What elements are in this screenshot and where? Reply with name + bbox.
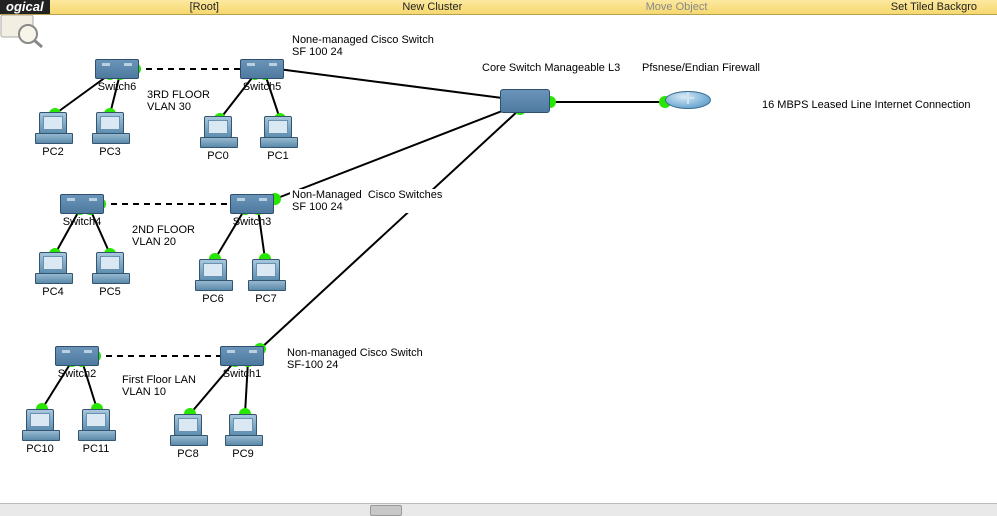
pc-icon — [170, 414, 206, 446]
label-floor3: 3RD FLOOR VLAN 30 — [145, 89, 212, 113]
device-label: Switch5 — [240, 81, 284, 93]
device-label: PC11 — [78, 443, 114, 455]
move-object-button[interactable]: Move Object — [646, 1, 708, 13]
pc-icon — [200, 116, 236, 148]
device-switch1[interactable]: Switch1 — [220, 346, 264, 380]
label-leased-line: 16 MBPS Leased Line Internet Connection — [760, 99, 973, 111]
device-firewall-router[interactable] — [665, 91, 711, 109]
pc-icon — [248, 259, 284, 291]
device-label: PC5 — [92, 286, 128, 298]
pc-icon — [92, 112, 128, 144]
device-pc3[interactable]: PC3 — [92, 112, 128, 158]
device-pc2[interactable]: PC2 — [35, 112, 71, 158]
device-switch4[interactable]: Switch4 — [60, 194, 104, 228]
label-non-managed-switches: Non-Managed Cisco Switches SF 100 24 — [290, 189, 444, 213]
pc-icon — [35, 252, 71, 284]
pc-icon — [92, 252, 128, 284]
device-pc8[interactable]: PC8 — [170, 414, 206, 460]
logical-tab[interactable]: ogical — [0, 0, 50, 14]
device-pc4[interactable]: PC4 — [35, 252, 71, 298]
device-label: Switch1 — [220, 368, 264, 380]
device-pc10[interactable]: PC10 — [22, 409, 58, 455]
l3-switch-icon — [500, 89, 550, 113]
label-firewall: Pfsnese/Endian Firewall — [640, 62, 762, 74]
navigator-icon[interactable] — [0, 14, 50, 49]
device-label: PC1 — [260, 150, 296, 162]
pc-icon — [78, 409, 114, 441]
device-label: Switch6 — [95, 81, 139, 93]
scrollbar-thumb[interactable] — [370, 505, 402, 516]
device-label: PC0 — [200, 150, 236, 162]
device-pc11[interactable]: PC11 — [78, 409, 114, 455]
device-label: PC9 — [225, 448, 261, 460]
label-non-managed-bottom: Non-managed Cisco Switch SF-100 24 — [285, 347, 425, 371]
new-cluster-button[interactable]: New Cluster — [402, 1, 462, 13]
device-switch2[interactable]: Switch2 — [55, 346, 99, 380]
topology-links — [0, 14, 997, 506]
device-label: PC10 — [22, 443, 58, 455]
pc-icon — [225, 414, 261, 446]
device-pc5[interactable]: PC5 — [92, 252, 128, 298]
device-pc9[interactable]: PC9 — [225, 414, 261, 460]
switch-icon — [220, 346, 264, 366]
logical-workspace[interactable]: None-managed Cisco Switch SF 100 24 Core… — [0, 14, 997, 506]
device-switch6[interactable]: Switch6 — [95, 59, 139, 93]
device-label: Switch4 — [60, 216, 104, 228]
device-pc6[interactable]: PC6 — [195, 259, 231, 305]
device-pc7[interactable]: PC7 — [248, 259, 284, 305]
switch-icon — [60, 194, 104, 214]
switch-icon — [240, 59, 284, 79]
label-core-switch: Core Switch Manageable L3 — [480, 62, 622, 74]
switch-icon — [95, 59, 139, 79]
device-switch3[interactable]: Switch3 — [230, 194, 274, 228]
root-breadcrumb[interactable]: [Root] — [190, 1, 219, 13]
label-none-managed-top: None-managed Cisco Switch SF 100 24 — [290, 34, 436, 58]
label-floor1: First Floor LAN VLAN 10 — [120, 374, 198, 398]
set-tiled-button[interactable]: Set Tiled Backgro — [891, 1, 977, 13]
pc-icon — [35, 112, 71, 144]
device-label: Switch2 — [55, 368, 99, 380]
device-pc1[interactable]: PC1 — [260, 116, 296, 162]
device-switch5[interactable]: Switch5 — [240, 59, 284, 93]
device-label: PC8 — [170, 448, 206, 460]
device-label: PC6 — [195, 293, 231, 305]
device-label: PC2 — [35, 146, 71, 158]
device-label: PC3 — [92, 146, 128, 158]
switch-icon — [230, 194, 274, 214]
device-label: Switch3 — [230, 216, 274, 228]
device-label: PC7 — [248, 293, 284, 305]
pc-icon — [260, 116, 296, 148]
switch-icon — [55, 346, 99, 366]
device-core-switch[interactable] — [500, 89, 550, 113]
router-icon — [665, 91, 711, 109]
device-label: PC4 — [35, 286, 71, 298]
label-floor2: 2ND FLOOR VLAN 20 — [130, 224, 197, 248]
pc-icon — [22, 409, 58, 441]
pc-icon — [195, 259, 231, 291]
device-pc0[interactable]: PC0 — [200, 116, 236, 162]
top-toolbar: ogical [Root] New Cluster Move Object Se… — [0, 0, 997, 15]
